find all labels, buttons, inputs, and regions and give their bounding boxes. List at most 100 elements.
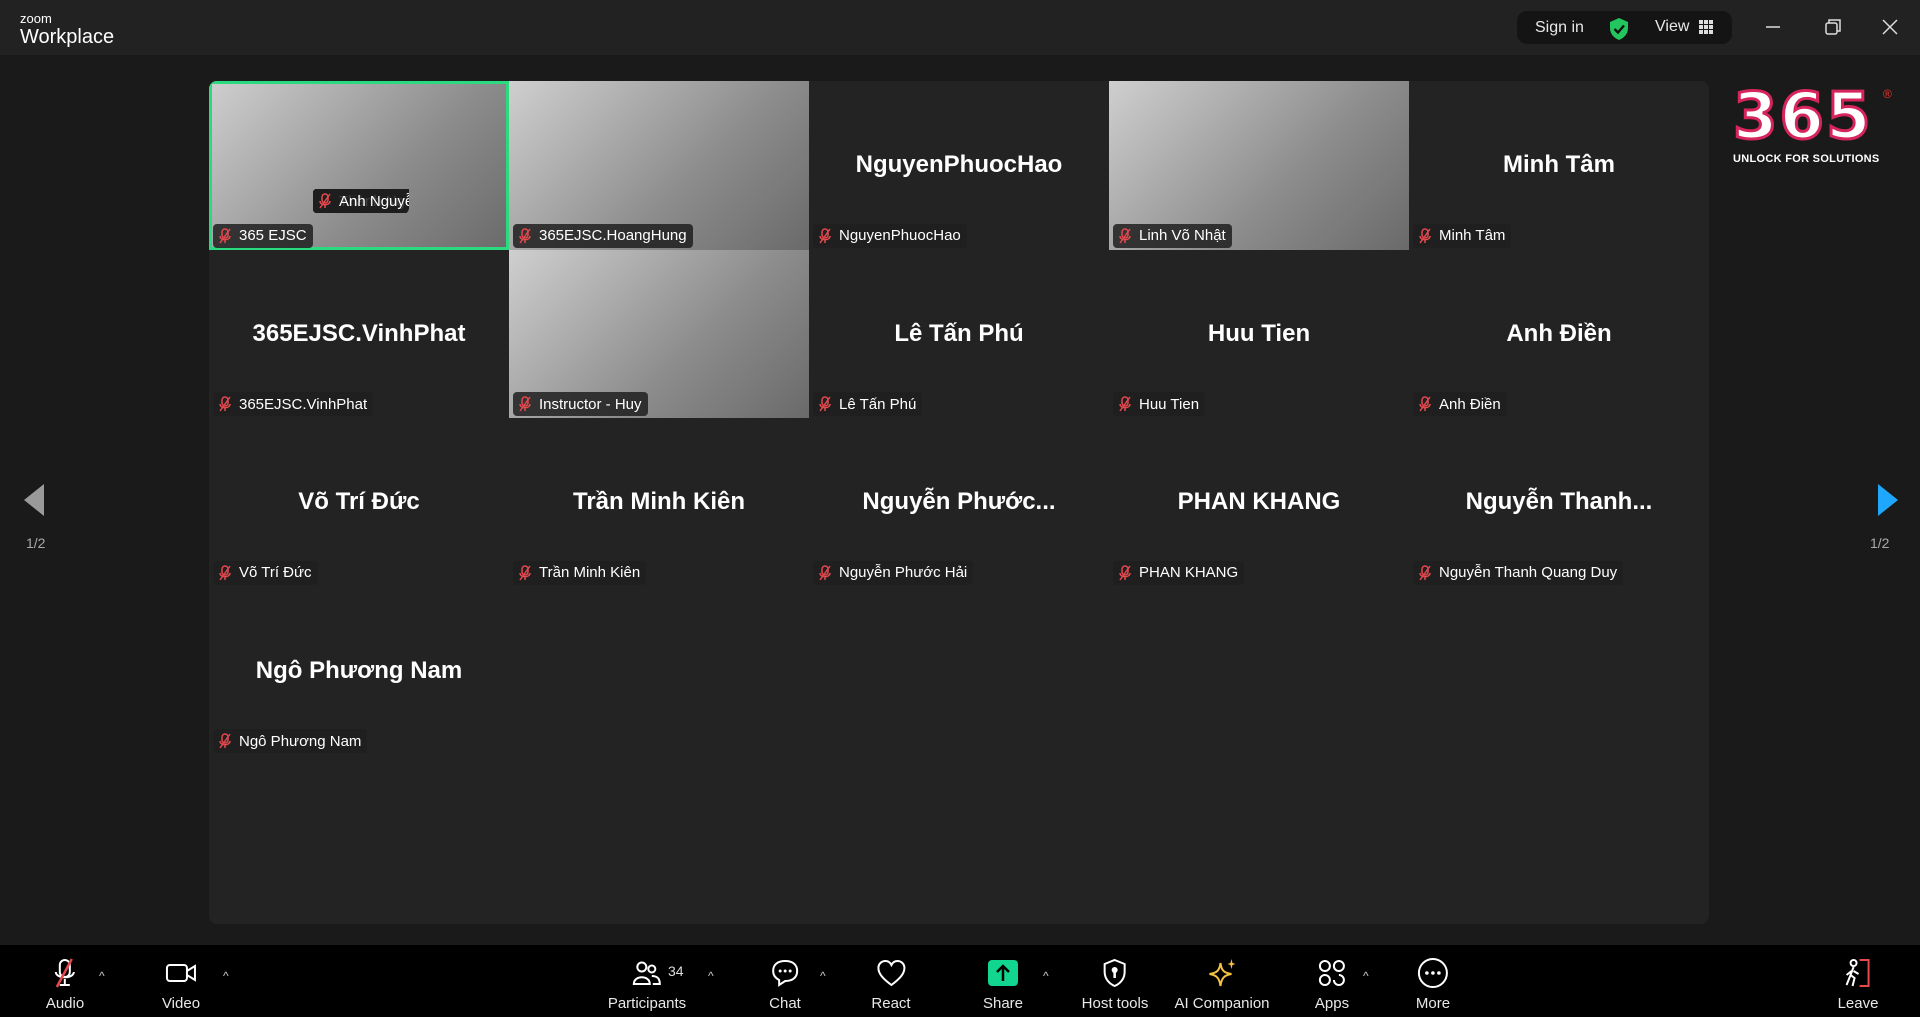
participant-tile[interactable]: PHAN KHANG PHAN KHANG xyxy=(1109,418,1409,587)
leave-button[interactable]: Leave xyxy=(1838,957,1878,1012)
participant-name-label: Instructor - Huy xyxy=(513,392,648,417)
chat-bubble-icon xyxy=(771,959,799,987)
participant-display-name: Huu Tien xyxy=(1207,319,1311,347)
more-button[interactable]: More xyxy=(1416,957,1450,1012)
audio-options-caret[interactable]: ^ xyxy=(99,969,105,983)
share-options-caret[interactable]: ^ xyxy=(1043,969,1049,983)
ai-sparkle-icon xyxy=(1208,959,1235,987)
host-tools-button[interactable]: Host tools xyxy=(1081,957,1149,1012)
participant-name: Võ Trí Đức xyxy=(239,564,312,582)
participant-name-label: NguyenPhuocHao xyxy=(813,223,967,248)
more-label: More xyxy=(1415,995,1451,1012)
participant-display-name: Nguyễn Thanh... xyxy=(1465,488,1653,516)
participant-tile[interactable]: Minh Tâm Minh Tâm xyxy=(1409,81,1709,250)
participant-tile[interactable]: Võ Trí Đức Võ Trí Đức xyxy=(209,418,509,587)
participant-tile[interactable]: AAnh Nguyễn Hoàng xyxy=(309,115,409,215)
react-button[interactable]: React xyxy=(871,957,911,1012)
apps-label: Apps xyxy=(1314,995,1350,1012)
chat-options-caret[interactable]: ^ xyxy=(820,969,826,983)
participant-name-label: 365 EJSC xyxy=(213,223,313,248)
logo-tagline: UNLOCK FOR SOLUTIONS xyxy=(1733,153,1880,165)
participant-name: Linh Võ Nhật xyxy=(1139,227,1226,245)
participant-name-label: 365EJSC.VinhPhat xyxy=(213,392,374,417)
participant-name-label: Minh Tâm xyxy=(1413,223,1512,248)
chat-button[interactable]: Chat xyxy=(769,957,801,1012)
participant-tile[interactable]: Huu Tien Huu Tien xyxy=(1109,250,1409,419)
participant-tile[interactable]: Nguyễn Thanh... Nguyễn Thanh Quang Duy xyxy=(1409,418,1709,587)
audio-button[interactable]: Audio xyxy=(46,957,84,1012)
participant-display-name: Minh Tâm xyxy=(1503,151,1615,178)
view-button[interactable]: View xyxy=(1655,18,1689,36)
participant-tile[interactable]: 365EJSC.VinhPhat 365EJSC.VinhPhat xyxy=(209,250,509,419)
participant-name: 365EJSC.HoangHung xyxy=(539,227,687,245)
participant-name-label: Anh Nguyễn Hoàng xyxy=(313,189,409,213)
participant-display-name: PHAN KHANG xyxy=(1177,488,1341,516)
restore-icon[interactable] xyxy=(1820,14,1846,40)
video-button[interactable]: Video xyxy=(162,957,200,1012)
participant-name-label: Nguyễn Thanh Quang Duy xyxy=(1413,560,1624,585)
muted-microphone-icon xyxy=(819,565,831,581)
muted-microphone-icon xyxy=(219,733,231,749)
participant-name: Anh Nguyễn Hoàng xyxy=(339,192,409,210)
close-icon[interactable] xyxy=(1877,14,1903,40)
share-screen-icon xyxy=(988,960,1018,986)
participant-display-name: Lê Tấn Phú xyxy=(894,319,1024,347)
heart-icon xyxy=(876,959,906,987)
participant-name: 365 EJSC xyxy=(239,227,307,245)
participant-tile[interactable]: Ngô Phương Nam Ngô Phương Nam xyxy=(209,587,509,756)
logo-number: 365 xyxy=(1732,80,1873,154)
apps-button[interactable]: Apps xyxy=(1315,957,1349,1012)
header-controls: Sign in View xyxy=(1517,11,1732,44)
logo-registered: ® xyxy=(1883,87,1892,101)
participant-name: 365EJSC.VinhPhat xyxy=(239,395,368,413)
participant-name: PHAN KHANG xyxy=(1139,564,1239,582)
brand-large: Workplace xyxy=(20,26,115,48)
video-options-caret[interactable]: ^ xyxy=(223,969,229,983)
participant-name-label: Huu Tien xyxy=(1113,392,1206,417)
participant-tile[interactable]: Trần Minh Kiên Trần Minh Kiên xyxy=(509,418,809,587)
participant-name-label: Ngô Phương Nam xyxy=(213,729,368,754)
muted-microphone-icon xyxy=(519,565,531,581)
host-tools-label: Host tools xyxy=(1081,995,1149,1012)
participant-name: Nguyễn Phước Hải xyxy=(839,564,968,582)
participants-icon xyxy=(632,961,662,985)
participant-tile[interactable]: Nguyễn Phước... Nguyễn Phước Hải xyxy=(809,418,1109,587)
security-shield-icon[interactable] xyxy=(1608,17,1630,41)
previous-page-arrow-icon[interactable] xyxy=(20,480,50,520)
participant-count: 34 xyxy=(668,963,684,979)
apps-icon xyxy=(1318,960,1345,986)
muted-microphone-icon xyxy=(219,227,231,244)
participant-tile[interactable]: Instructor - Huy xyxy=(509,249,809,419)
muted-microphone-icon xyxy=(819,227,831,244)
participants-options-caret[interactable]: ^ xyxy=(708,969,714,983)
next-page-arrow-icon[interactable] xyxy=(1872,480,1902,520)
share-label: Share xyxy=(982,995,1024,1012)
participant-tile[interactable]: Linh Võ Nhật xyxy=(1109,81,1409,250)
chat-label: Chat xyxy=(769,995,801,1012)
page-indicator-left: 1/2 xyxy=(26,535,46,551)
sign-in-button[interactable]: Sign in xyxy=(1535,19,1584,37)
ai-companion-button[interactable]: AI Companion xyxy=(1174,957,1270,1012)
muted-microphone-icon xyxy=(1419,396,1431,412)
share-button[interactable]: Share xyxy=(983,957,1023,1012)
muted-microphone-icon xyxy=(1419,565,1431,581)
grid-view-icon[interactable] xyxy=(1699,20,1713,34)
meeting-toolbar: Audio ^ Video ^ Participants 34 ^ Chat ^… xyxy=(0,945,1920,1017)
participant-tile[interactable]: Lê Tấn Phú Lê Tấn Phú xyxy=(809,250,1109,419)
minimize-icon[interactable] xyxy=(1760,14,1786,40)
gallery-grid: 365 EJSC 365EJSC.HoangHung NguyenPhuocHao N… xyxy=(209,81,1709,924)
participant-name-label: 365EJSC.HoangHung xyxy=(513,223,693,248)
host-tools-shield-icon xyxy=(1103,958,1126,988)
apps-options-caret[interactable]: ^ xyxy=(1363,969,1369,983)
365-logo: 365 ® UNLOCK FOR SOLUTIONS xyxy=(1732,80,1903,166)
participant-name-label: Lê Tấn Phú xyxy=(813,392,923,417)
participant-tile[interactable]: 365EJSC.HoangHung xyxy=(509,81,809,250)
participant-tile[interactable]: NguyenPhuocHao NguyenPhuocHao xyxy=(809,81,1109,250)
participant-name: Instructor - Huy xyxy=(539,395,642,413)
participant-tile[interactable]: Anh Điền Anh Điền xyxy=(1409,250,1709,419)
muted-microphone-icon xyxy=(519,227,531,244)
participant-display-name: NguyenPhuocHao xyxy=(855,151,1063,178)
muted-microphone-icon xyxy=(1419,227,1431,244)
participant-name: Ngô Phương Nam xyxy=(239,732,362,750)
ai-companion-label: AI Companion xyxy=(1174,995,1270,1012)
